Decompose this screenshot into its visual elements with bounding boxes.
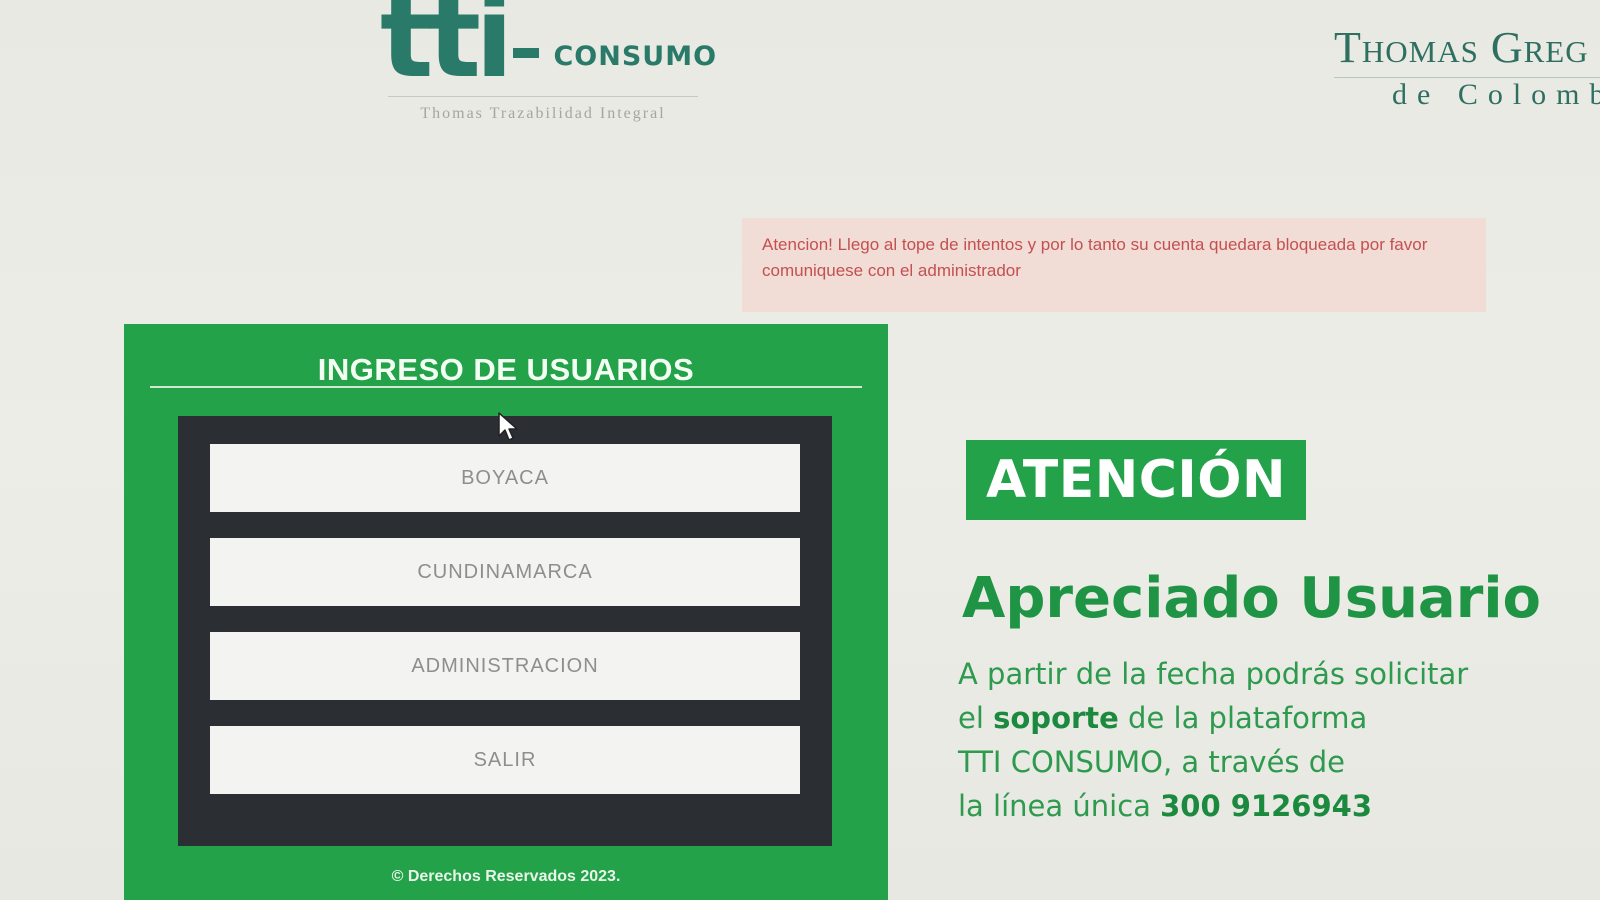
administracion-button[interactable]: ADMINISTRACION — [210, 632, 800, 700]
login-title: INGRESO DE USUARIOS — [317, 352, 695, 387]
company-name: Thomas Greg — [1334, 22, 1600, 78]
copyright-footer: © Derechos Reservados 2023. — [391, 868, 621, 885]
boyaca-button[interactable]: BOYACA — [210, 444, 800, 512]
attention-badge: ATENCIÓN — [966, 440, 1306, 520]
company-logo: Thomas Greg de Colomb — [1334, 22, 1600, 112]
tti-consumo-logo: tti CONSUMO — [380, 0, 717, 94]
support-phone-number: 300 9126943 — [1160, 789, 1373, 823]
notice-line-2-post: de la plataforma — [1118, 701, 1368, 735]
salir-button[interactable]: SALIR — [210, 726, 800, 794]
notice-line-3: TTI CONSUMO, a través de — [958, 745, 1346, 779]
logo-subtitle: Thomas Trazabilidad Integral — [388, 96, 698, 123]
login-menu-box: BOYACA CUNDINAMARCA ADMINISTRACION SALIR — [178, 416, 832, 846]
company-subtitle: de Colomb — [1392, 78, 1600, 111]
cundinamarca-button[interactable]: CUNDINAMARCA — [210, 538, 800, 606]
notice-line-2: el soporte de la plataforma — [958, 696, 1578, 740]
logo-main-text: tti — [380, 0, 513, 103]
notice-line-4-pre: la línea única — [958, 789, 1161, 823]
notice-line-4: la línea única 300 9126943 — [958, 784, 1578, 828]
logo-dash — [513, 48, 540, 58]
notice-body: A partir de la fecha podrás solicitar el… — [958, 652, 1578, 828]
error-alert: Atencion! Llego al tope de intentos y po… — [742, 218, 1486, 312]
title-divider — [150, 386, 862, 388]
mouse-pointer-icon — [498, 412, 518, 441]
notice-support-word: soporte — [993, 701, 1119, 735]
notice-heading: Apreciado Usuario — [962, 566, 1542, 631]
logo-product-text: CONSUMO — [553, 40, 718, 72]
login-panel: INGRESO DE USUARIOS BOYACA CUNDINAMARCA … — [124, 324, 888, 900]
notice-line-2-pre: el — [958, 701, 994, 735]
page: tti CONSUMO Thomas Trazabilidad Integral… — [0, 0, 1600, 900]
notice-line-1: A partir de la fecha podrás solicitar — [958, 657, 1469, 691]
